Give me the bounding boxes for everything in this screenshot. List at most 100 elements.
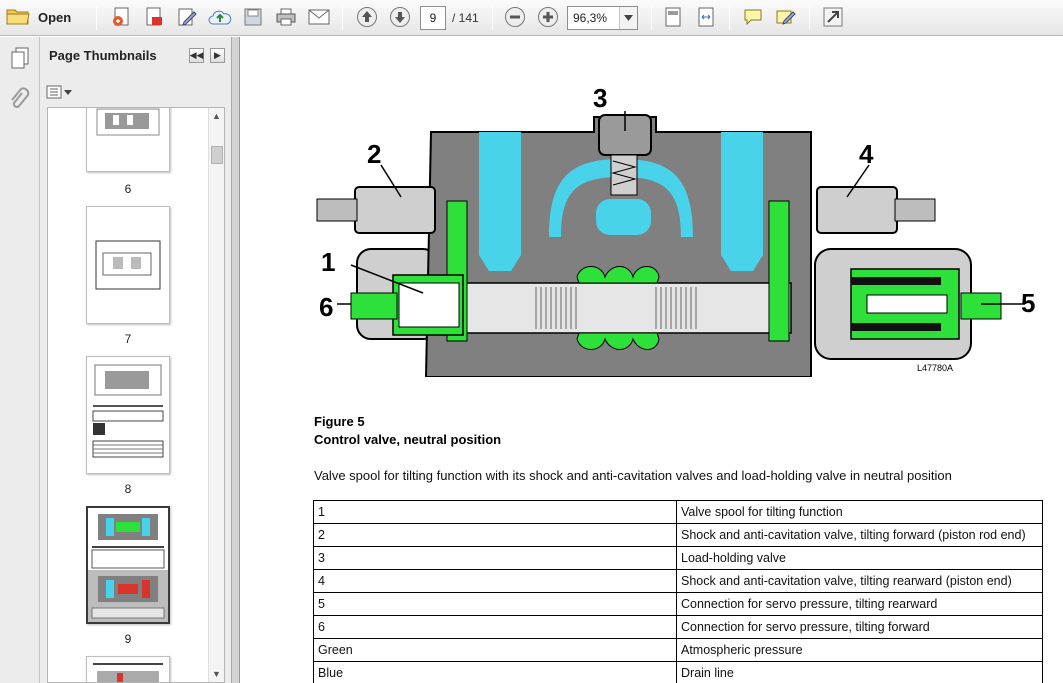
scrollbar-thumb[interactable] <box>211 146 223 164</box>
page-thumbnails-nav-button[interactable] <box>9 46 31 75</box>
legend-row: 4 Shock and anti-cavitation valve, tiltin… <box>313 569 1043 593</box>
highlight-button[interactable] <box>773 5 799 29</box>
legend-row: Green Atmospheric pressure <box>313 638 1043 662</box>
email-button[interactable] <box>306 5 332 29</box>
collapse-panel-button[interactable]: ◀◀ <box>189 48 204 63</box>
folder-icon <box>6 6 30 29</box>
legend-key: 2 <box>313 523 677 547</box>
thumbnail-drawing-icon <box>95 240 161 290</box>
toolbar-separator <box>729 6 730 30</box>
options-list-icon <box>46 85 62 99</box>
zoom-in-button[interactable] <box>535 5 561 29</box>
email-icon <box>308 9 330 25</box>
expand-panel-button[interactable]: ▶ <box>210 48 225 63</box>
legend-table: 1 Valve spool for tilting function 2 Shock … <box>313 500 1043 683</box>
expand-icon <box>823 7 843 27</box>
thumbnail-drawing-icon <box>96 108 160 136</box>
open-label: Open <box>38 9 72 25</box>
double-chevron-left-icon: ◀◀ <box>189 50 204 60</box>
drain-channel-left <box>479 132 521 271</box>
cloud-upload-icon <box>208 10 232 25</box>
green-chamber-bottom <box>576 332 660 350</box>
fit-page-button[interactable] <box>660 5 686 29</box>
zoom-out-button[interactable] <box>502 5 528 29</box>
previous-page-button[interactable] <box>354 5 380 29</box>
green-chamber-top <box>576 266 660 284</box>
legend-table-body: 1 Valve spool for tilting function 2 Shock … <box>313 500 1043 683</box>
legend-row: 5 Connection for servo pressure, tilting … <box>313 592 1043 616</box>
legend-key: Blue <box>313 661 677 683</box>
toolbar-separator <box>809 6 810 30</box>
open-button[interactable]: Open <box>6 5 71 29</box>
figure-description: Valve spool for tilting function with it… <box>314 468 952 483</box>
fit-width-button[interactable] <box>693 5 719 29</box>
callout-1: 1 <box>321 247 335 277</box>
pdf-doc-icon <box>146 7 162 26</box>
pdf-options-button[interactable] <box>141 5 167 29</box>
legend-row: 1 Valve spool for tilting function <box>313 500 1043 524</box>
zoom-select[interactable]: 96,3% <box>567 6 638 30</box>
comment-bubble-icon <box>744 9 762 26</box>
chevron-down-icon[interactable] <box>619 7 637 29</box>
pdf-viewer-window: Open 9 / 141 96,3% Page Thumbnails ◀◀ ▶ … <box>0 0 1063 683</box>
thumbnail-page[interactable] <box>86 108 170 172</box>
legend-key: Green <box>313 638 677 662</box>
save-button[interactable] <box>240 5 266 29</box>
print-button[interactable] <box>273 5 299 29</box>
page-number-value: 9 <box>429 11 437 25</box>
legend-key: 4 <box>313 569 677 593</box>
thumbnails-scrollbar[interactable]: ▲ ▼ <box>208 108 224 682</box>
thumbnail-drawing-icon <box>88 508 168 622</box>
right-servo-ring <box>851 323 941 331</box>
thumbnail-page[interactable] <box>86 356 170 474</box>
save-icon <box>244 8 262 26</box>
toolbar: Open 9 / 141 96,3% <box>0 0 1063 36</box>
callout-2: 2 <box>367 139 381 169</box>
legend-row: 6 Connection for servo pressure, tilting … <box>313 615 1043 639</box>
print-icon <box>276 8 296 26</box>
legend-value: Load-holding valve <box>676 546 1043 570</box>
thumbnail-page[interactable] <box>86 656 170 682</box>
thumbnail-page-number: 6 <box>124 182 132 196</box>
shock-valve-2-plug <box>316 198 358 222</box>
figure-title: Control valve, neutral position <box>314 432 502 447</box>
toolbar-separator <box>342 6 343 30</box>
scroll-up-arrow-icon[interactable]: ▲ <box>209 108 224 124</box>
edit-button[interactable] <box>174 5 200 29</box>
highlighter-icon <box>776 10 796 25</box>
thumbnail-page-selected[interactable] <box>86 506 170 624</box>
document-view[interactable]: 1 2 3 4 5 6 L47780A Figure 5 Control val… <box>241 37 1063 683</box>
thumbnail-options-button[interactable] <box>46 83 74 101</box>
thumbnail-drawing-icon <box>92 364 164 458</box>
thumbnail-page-number: 8 <box>124 482 132 496</box>
right-piston-rod <box>866 294 948 314</box>
fullscreen-button[interactable] <box>820 5 846 29</box>
image-code: L47780A <box>917 363 953 373</box>
scroll-down-arrow-icon[interactable]: ▼ <box>209 666 224 682</box>
create-pdf-button[interactable] <box>108 5 134 29</box>
spool-bore <box>460 282 792 334</box>
attachments-nav-button[interactable] <box>8 87 30 118</box>
thumbnail-page[interactable] <box>86 206 170 324</box>
legend-key: 6 <box>313 615 677 639</box>
legend-row: 3 Load-holding valve <box>313 546 1043 570</box>
chevron-down-icon <box>64 89 72 95</box>
drain-center-cup <box>596 199 651 235</box>
thumbnails-list[interactable]: 6 7 8 9 ▲ ▼ <box>47 107 225 683</box>
next-page-button[interactable] <box>387 5 413 29</box>
control-valve-diagram: 1 2 3 4 5 6 L47780A <box>316 87 1035 377</box>
panel-title: Page Thumbnails <box>49 48 157 63</box>
thumbnail-page-number: 9 <box>124 632 132 646</box>
shock-valve-2 <box>354 186 436 234</box>
fit-page-icon <box>665 7 681 27</box>
comment-button[interactable] <box>740 5 766 29</box>
callout-3: 3 <box>593 87 607 113</box>
thumbnail-drawing-icon <box>93 663 163 682</box>
upload-button[interactable] <box>207 5 233 29</box>
drain-channel-right <box>721 132 763 271</box>
page-number-input[interactable]: 9 <box>420 6 446 30</box>
green-passage-right <box>768 200 790 342</box>
callout-5: 5 <box>1021 288 1035 318</box>
panel-splitter[interactable] <box>232 37 240 683</box>
legend-value: Shock and anti-cavitation valve, tilting… <box>676 523 1043 547</box>
